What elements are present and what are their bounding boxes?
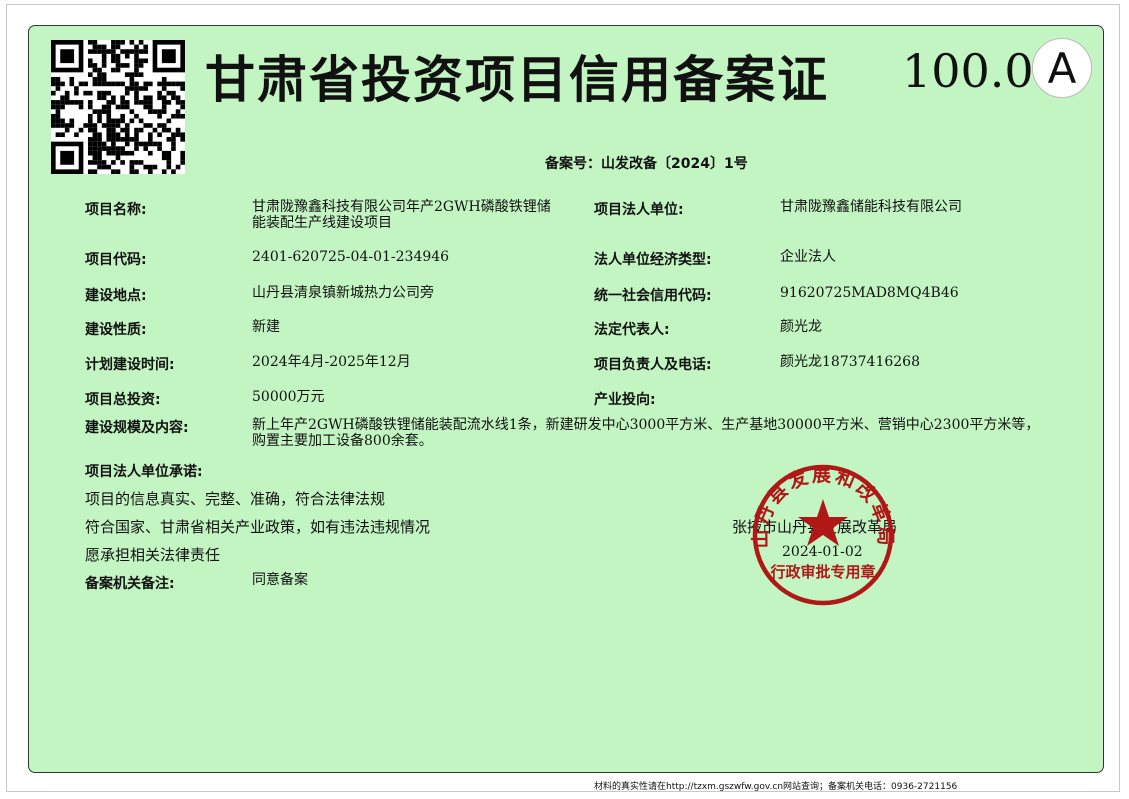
legal-representative-value: 颜光龙	[780, 319, 822, 335]
credit-score: 100.0	[902, 44, 1034, 98]
economic-type-label: 法人单位经济类型:	[594, 252, 712, 268]
commitment-line: 愿承担相关法律责任	[85, 546, 221, 564]
credit-code-value: 91620725MAD8MQ4B46	[780, 285, 959, 301]
investment-label: 项目总投资:	[85, 392, 161, 408]
project-code-label: 项目代码:	[85, 252, 147, 268]
issue-date: 2024-01-02	[782, 544, 863, 560]
certificate-panel	[28, 25, 1104, 773]
qr-code[interactable]	[51, 40, 185, 174]
remarks-label: 备案机关备注:	[85, 576, 175, 592]
certificate-title: 甘肃省投资项目信用备案证	[205, 51, 829, 109]
project-code-value: 2401-620725-04-01-234946	[252, 249, 450, 265]
scale-label: 建设规模及内容:	[85, 420, 189, 436]
footer-note: 材料的真实性请在http://tzxm.gszwfw.gov.cn网站查询；备案…	[594, 782, 958, 792]
credit-grade-badge: A	[1032, 38, 1092, 98]
project-name-value: 甘肃陇豫鑫科技有限公司年产2GWH磷酸铁锂储能装配生产线建设项目	[252, 199, 551, 231]
record-number: 备案号：山发改备〔2024〕1号	[545, 156, 748, 172]
commitment-line: 符合国家、甘肃省相关产业政策，如有违法违规情况	[85, 518, 431, 536]
contact-value: 颜光龙18737416268	[780, 354, 920, 370]
legal-representative-label: 法定代表人:	[594, 322, 670, 338]
investment-value: 50000万元	[252, 389, 325, 405]
schedule-value: 2024年4月-2025年12月	[252, 354, 411, 370]
svg-text:行政审批专用章: 行政审批专用章	[769, 563, 875, 581]
contact-label: 项目负责人及电话:	[594, 357, 712, 373]
scale-value: 新上年产2GWH磷酸铁锂储能装配流水线1条，新建研发中心3000平方米、生产基地…	[252, 417, 1040, 449]
nature-label: 建设性质:	[85, 322, 147, 338]
legal-entity-label: 项目法人单位:	[594, 202, 684, 218]
legal-entity-value: 甘肃陇豫鑫储能科技有限公司	[780, 199, 962, 215]
industry-label: 产业投向:	[594, 392, 656, 408]
credit-code-label: 统一社会信用代码:	[594, 288, 712, 304]
remarks-value: 同意备案	[252, 572, 308, 588]
location-value: 山丹县清泉镇新城热力公司旁	[252, 285, 434, 301]
official-seal-icon: 山丹县发展和改革局 行政审批专用章	[750, 464, 894, 606]
commitment-line: 项目的信息真实、完整、准确，符合法律法规	[85, 490, 386, 508]
nature-value: 新建	[252, 319, 280, 335]
project-name-label: 项目名称:	[85, 202, 147, 218]
location-label: 建设地点:	[85, 288, 147, 304]
commitment-label: 项目法人单位承诺:	[85, 464, 203, 480]
schedule-label: 计划建设时间:	[85, 357, 175, 373]
economic-type-value: 企业法人	[780, 249, 836, 265]
